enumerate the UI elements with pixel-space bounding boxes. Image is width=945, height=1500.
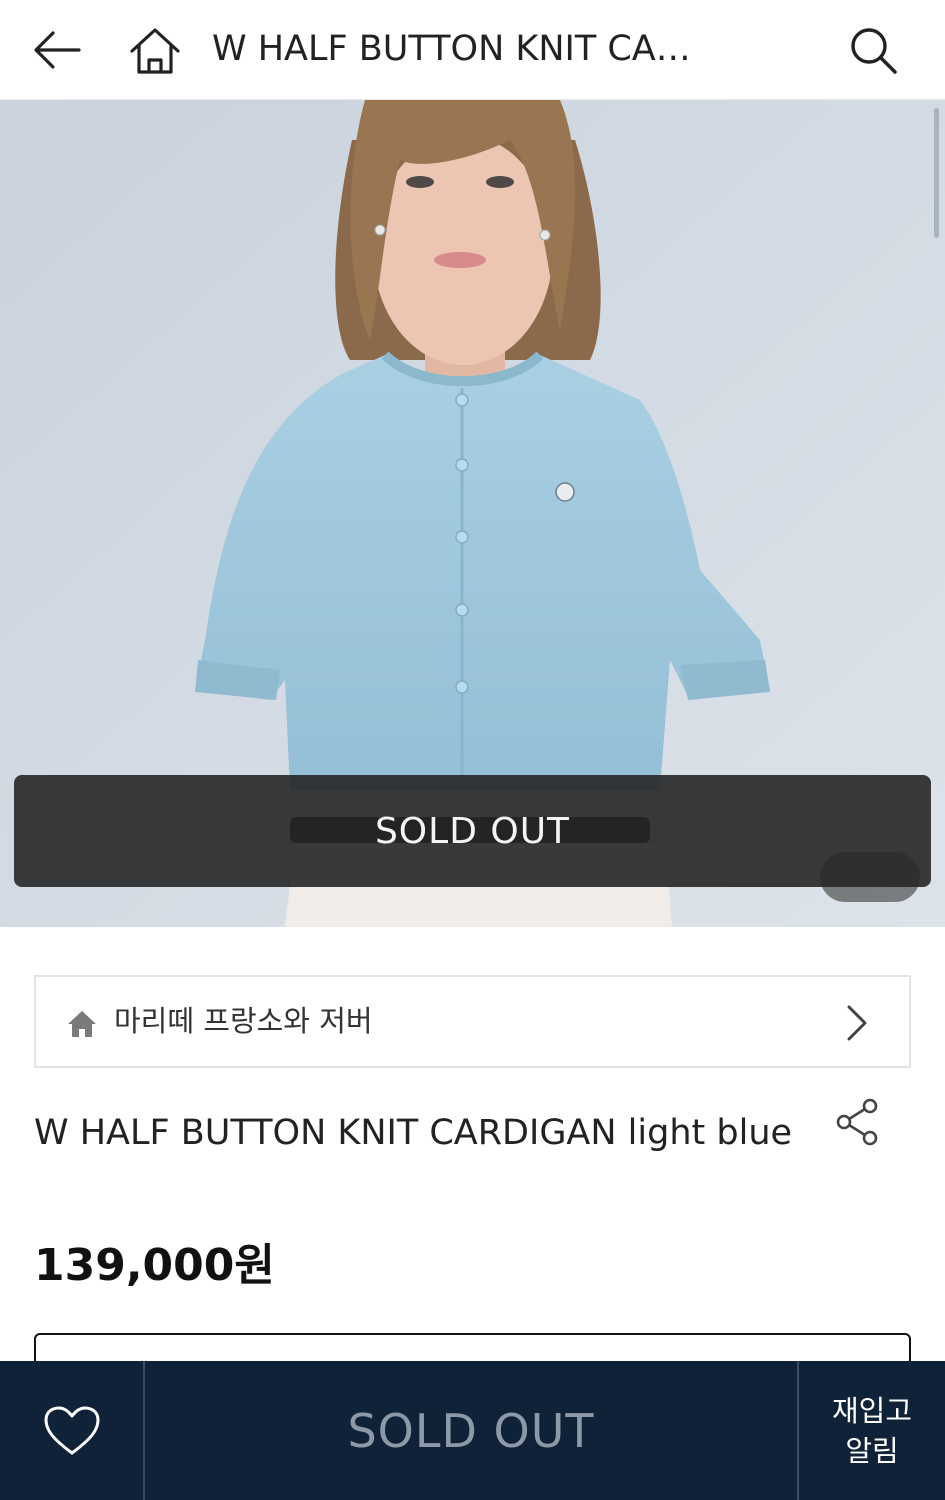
restock-label-line2: 알림 <box>845 1433 899 1468</box>
back-button[interactable] <box>22 20 92 80</box>
search-button[interactable] <box>838 18 908 82</box>
arrow-left-icon <box>34 31 81 69</box>
product-title: W HALF BUTTON KNIT CARDIGAN light blue <box>34 1113 793 1153</box>
bottom-action-bar: SOLD OUT 재입고 알림 <box>0 1361 945 1500</box>
page-title: W HALF BUTTON KNIT CA… <box>212 29 691 69</box>
sold-out-banner: SOLD OUT <box>14 775 931 887</box>
top-app-bar: W HALF BUTTON KNIT CA… <box>0 0 945 100</box>
chevron-right-icon <box>847 1005 867 1041</box>
heart-icon <box>44 1406 99 1454</box>
home-icon <box>130 28 180 74</box>
home-icon <box>68 1011 96 1037</box>
restock-alert-button[interactable]: 재입고 알림 <box>797 1361 945 1500</box>
image-pager-pill <box>820 852 920 902</box>
product-image[interactable]: SOLD OUT <box>0 100 945 927</box>
share-button[interactable] <box>832 1096 884 1148</box>
restock-label-line1: 재입고 <box>831 1393 913 1428</box>
scroll-indicator <box>934 108 939 238</box>
home-button[interactable] <box>120 18 190 82</box>
search-icon <box>851 28 897 74</box>
wishlist-button[interactable] <box>0 1361 145 1500</box>
sold-out-button[interactable]: SOLD OUT <box>145 1361 797 1500</box>
brand-name: 마리떼 프랑소와 저버 <box>114 1004 373 1038</box>
brand-link[interactable]: 마리떼 프랑소와 저버 <box>34 975 911 1068</box>
share-icon <box>836 1098 878 1146</box>
product-detail-page: W HALF BUTTON KNIT CA… SOLD OUT 마리떼 프랑소와… <box>0 0 945 1500</box>
product-price: 139,000원 <box>34 1240 275 1291</box>
